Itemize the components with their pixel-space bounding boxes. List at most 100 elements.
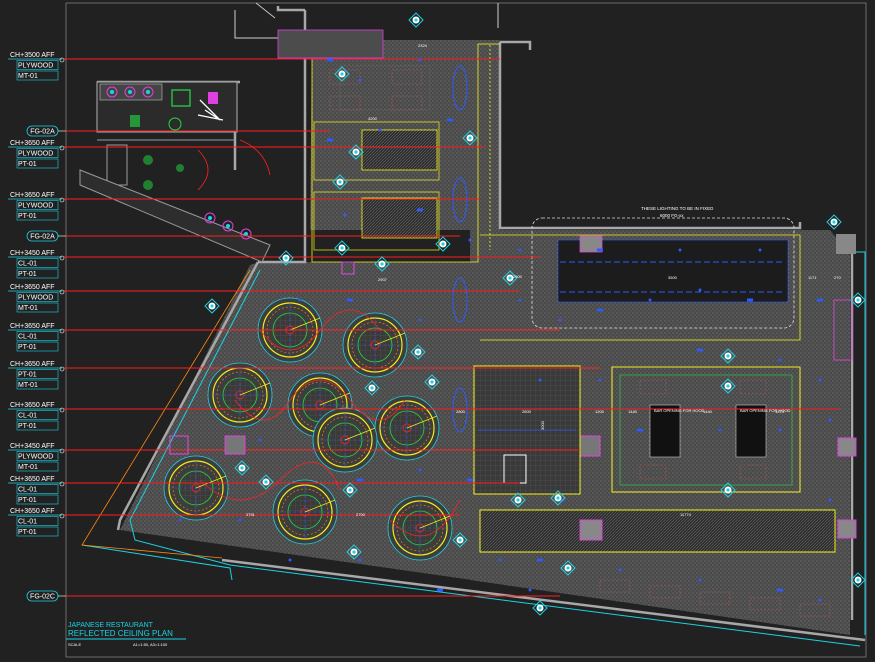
dim-i: 2907 (378, 277, 388, 282)
downlight (678, 248, 682, 252)
tag-line: MT-01 (18, 305, 38, 312)
ceiling-tag-9: CH+3650 AFF PT-01 MT-01 (8, 361, 65, 390)
scale-label: SCALE (68, 642, 81, 647)
downlight (538, 378, 542, 382)
round-ceiling-feature (272, 479, 338, 545)
downlight (418, 468, 422, 472)
round-ceiling-feature (387, 495, 453, 561)
tag-line: CH+3650 AFF (10, 361, 55, 368)
bar-opening-a: BAR OPENING FOR HOOD (654, 408, 705, 413)
tag-line: CL-01 (18, 261, 37, 268)
downlight (498, 558, 502, 562)
tag-line: PT-01 (18, 271, 37, 278)
section-marker (435, 236, 451, 252)
ceiling-tag-8: CH+3650 AFF CL-01 PT-01 (8, 323, 65, 352)
tag-code: FG-02C (30, 594, 55, 601)
round-ceiling-feature (163, 455, 229, 521)
ceiling-tag-11: CH+3450 AFF PLYWOOD MT-01 (8, 443, 65, 472)
dim-bar: 3500 (668, 275, 678, 280)
linear-light (597, 308, 603, 312)
tag-line: CH+3500 AFF (10, 52, 55, 59)
downlight (518, 298, 522, 302)
downlight (558, 318, 562, 322)
scale-value: A1=1:50, A3=1:100 (133, 642, 168, 647)
dim-d: 1440 (703, 409, 713, 414)
downlight (698, 288, 702, 292)
downlight (178, 518, 182, 522)
downlight (343, 213, 347, 217)
ceiling-tag-12: CH+3650 AFF CL-01 PT-01 (8, 476, 65, 505)
downlight (288, 558, 292, 562)
dim-k: 2700 (356, 512, 366, 517)
section-marker (204, 298, 220, 314)
downlight (358, 558, 362, 562)
tag-line: CH+3650 AFF (10, 192, 55, 199)
tag-line: CH+3450 AFF (10, 443, 55, 450)
downlight (418, 318, 422, 322)
tag-line: PT-01 (18, 344, 37, 351)
tag-line: CH+3650 AFF (10, 323, 55, 330)
tag-line: CL-01 (18, 519, 37, 526)
washroom-block (79, 81, 271, 263)
tag-code: FG-02A (30, 234, 55, 241)
downlight (418, 58, 422, 62)
tag-line: MT-01 (18, 464, 38, 471)
downlight (598, 378, 602, 382)
downlight (518, 248, 522, 252)
tag-line: PLYWOOD (18, 454, 53, 461)
downlight (828, 498, 832, 502)
linear-light (347, 298, 353, 302)
linear-light (817, 298, 823, 302)
downlight (618, 568, 622, 572)
dim-j: 3751 (246, 512, 256, 517)
tag-line: CH+3650 AFF (10, 508, 55, 515)
downlight (358, 78, 362, 82)
downlight (758, 248, 762, 252)
reflected-ceiling-plan-drawing: THESE LIGHTING TO BE IN FIXED 6000 FG-xx… (8, 2, 867, 658)
tag-line: CH+3650 AFF (10, 284, 55, 291)
central-ceiling-island (473, 365, 581, 495)
dim-h: 2800 (456, 409, 466, 414)
linear-light (357, 478, 363, 482)
section-marker (334, 240, 350, 256)
downlight (528, 588, 532, 592)
lighting-note-2: 6000 FG-xx (660, 213, 684, 218)
tag-line: CH+3450 AFF (10, 250, 55, 257)
tag-line: PLYWOOD (18, 203, 53, 210)
downlight (698, 578, 702, 582)
downlight (378, 128, 382, 132)
dim-l: 2324 (418, 43, 428, 48)
dim-e: 1373 (775, 409, 785, 414)
ceiling-tag-10: CH+3650 AFF CL-01 PT-01 (8, 402, 65, 431)
tag-line: MT-01 (18, 382, 38, 389)
tag-line: MT-01 (18, 73, 38, 80)
tag-line: CL-01 (18, 334, 37, 341)
dim-m: 4200 (368, 116, 378, 121)
round-ceiling-feature (312, 407, 378, 473)
downlight (648, 298, 652, 302)
ceiling-tag-6: CH+3450 AFF CL-01 PT-01 (8, 250, 65, 279)
tag-line: PT-01 (18, 529, 37, 536)
dim-b: 1200 (595, 409, 605, 414)
downlight (818, 378, 822, 382)
lighting-note-1: THESE LIGHTING TO BE IN FIXED (641, 206, 714, 211)
section-marker (408, 12, 424, 28)
linear-light (697, 348, 703, 352)
downlight (828, 418, 832, 422)
tag-line: PT-01 (18, 161, 37, 168)
round-ceiling-feature (207, 362, 273, 428)
downlight (468, 238, 472, 242)
ceiling-tag-14: FG-02C (26, 590, 66, 602)
ceiling-tag-7: CH+3650 AFF PLYWOOD MT-01 (8, 284, 65, 313)
downlight (778, 428, 782, 432)
linear-light (597, 248, 603, 252)
ceiling-tag-column: CH+3500 AFF PLYWOOD MT-01 FG-02A CH+3650 AFF… (8, 52, 66, 602)
section-marker (532, 600, 548, 616)
ceiling-tag-4: CH+3650 AFF PLYWOOD PT-01 (8, 192, 65, 221)
ceiling-tag-2: FG-02A (26, 125, 66, 137)
dim-n: 3000 (540, 420, 545, 430)
linear-light (747, 298, 753, 302)
dim-c: 1440 (628, 409, 638, 414)
ceiling-tag-3: CH+3650 AFF PLYWOOD PT-01 (8, 140, 65, 169)
tag-line: CL-01 (18, 487, 37, 494)
